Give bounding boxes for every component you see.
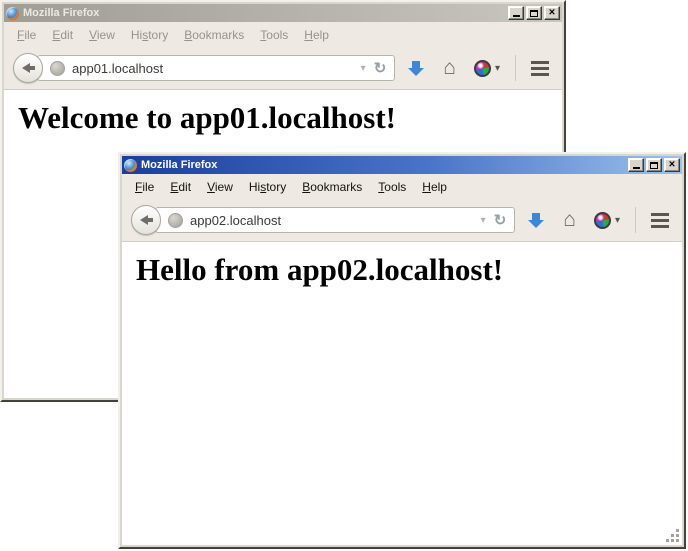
menu-edit[interactable]: Edit — [44, 26, 81, 44]
page-heading: Hello from app02.localhost! — [136, 252, 682, 288]
menu-edit[interactable]: Edit — [162, 178, 199, 196]
page-heading: Welcome to app01.localhost! — [18, 100, 562, 136]
addon-lens-button[interactable]: ▾ — [594, 212, 620, 229]
minimize-icon — [633, 167, 640, 169]
back-arrow-icon — [22, 63, 35, 73]
menu-help[interactable]: Help — [414, 178, 455, 196]
titlebar[interactable]: Mozilla Firefox × — [4, 4, 562, 22]
app-menu-button[interactable] — [647, 208, 673, 233]
firefox-icon[interactable] — [124, 159, 137, 172]
url-input[interactable] — [190, 213, 475, 228]
addon-lens-button[interactable]: ▾ — [474, 60, 500, 77]
site-identity-globe-icon[interactable] — [168, 213, 183, 228]
urlbar-dropdown-icon[interactable]: ▾ — [475, 215, 492, 226]
toolbar-separator — [515, 55, 516, 81]
close-button[interactable]: × — [664, 158, 680, 172]
url-bar[interactable]: ▾ ↻ — [37, 55, 395, 81]
page-content: Hello from app02.localhost! — [122, 242, 682, 545]
lens-icon — [474, 60, 491, 77]
navigation-toolbar: ▾ ↻ ⌂ ▾ — [122, 199, 682, 242]
home-icon[interactable]: ⌂ — [443, 57, 456, 78]
firefox-icon[interactable] — [6, 7, 19, 20]
hamburger-icon — [651, 213, 669, 228]
url-bar[interactable]: ▾ ↻ — [155, 207, 515, 233]
downloads-icon[interactable] — [528, 213, 544, 228]
toolbar-separator — [635, 207, 636, 233]
close-icon: × — [669, 159, 675, 170]
urlbar-dropdown-icon[interactable]: ▾ — [355, 63, 372, 74]
home-icon[interactable]: ⌂ — [563, 209, 576, 230]
site-identity-globe-icon[interactable] — [50, 61, 65, 76]
close-icon: × — [549, 7, 555, 18]
back-button[interactable] — [131, 205, 161, 235]
window-title: Mozilla Firefox — [141, 159, 217, 171]
resize-grip[interactable] — [666, 529, 680, 543]
menu-history[interactable]: History — [241, 178, 294, 196]
menu-history[interactable]: History — [123, 26, 176, 44]
menu-view[interactable]: View — [81, 26, 123, 44]
minimize-button[interactable] — [508, 6, 524, 20]
maximize-button[interactable] — [526, 6, 542, 20]
menu-file[interactable]: File — [127, 178, 162, 196]
downloads-icon[interactable] — [408, 61, 424, 76]
menu-bar: File Edit View History Bookmarks Tools H… — [4, 22, 562, 47]
menu-tools[interactable]: Tools — [252, 26, 296, 44]
minimize-icon — [513, 15, 520, 17]
minimize-button[interactable] — [628, 158, 644, 172]
lens-icon — [594, 212, 611, 229]
menu-help[interactable]: Help — [296, 26, 337, 44]
browser-window-app02: Mozilla Firefox × File Edit View History… — [118, 152, 686, 549]
menu-bookmarks[interactable]: Bookmarks — [294, 178, 370, 196]
window-controls: × — [508, 6, 560, 20]
maximize-icon — [650, 162, 658, 169]
back-button[interactable] — [13, 53, 43, 83]
menu-view[interactable]: View — [199, 178, 241, 196]
menu-tools[interactable]: Tools — [370, 178, 414, 196]
url-input[interactable] — [72, 61, 355, 76]
close-button[interactable]: × — [544, 6, 560, 20]
app-menu-button[interactable] — [527, 56, 553, 81]
back-arrow-icon — [140, 215, 153, 225]
menu-bar: File Edit View History Bookmarks Tools H… — [122, 174, 682, 199]
chevron-down-icon: ▾ — [495, 63, 500, 74]
maximize-icon — [530, 10, 538, 17]
navigation-toolbar: ▾ ↻ ⌂ ▾ — [4, 47, 562, 90]
hamburger-icon — [531, 61, 549, 76]
menu-file[interactable]: File — [9, 26, 44, 44]
maximize-button[interactable] — [646, 158, 662, 172]
window-controls: × — [628, 158, 680, 172]
reload-icon[interactable]: ↻ — [372, 61, 389, 76]
titlebar[interactable]: Mozilla Firefox × — [122, 156, 682, 174]
menu-bookmarks[interactable]: Bookmarks — [176, 26, 252, 44]
window-title: Mozilla Firefox — [23, 7, 99, 19]
chevron-down-icon: ▾ — [615, 215, 620, 226]
reload-icon[interactable]: ↻ — [492, 213, 509, 228]
